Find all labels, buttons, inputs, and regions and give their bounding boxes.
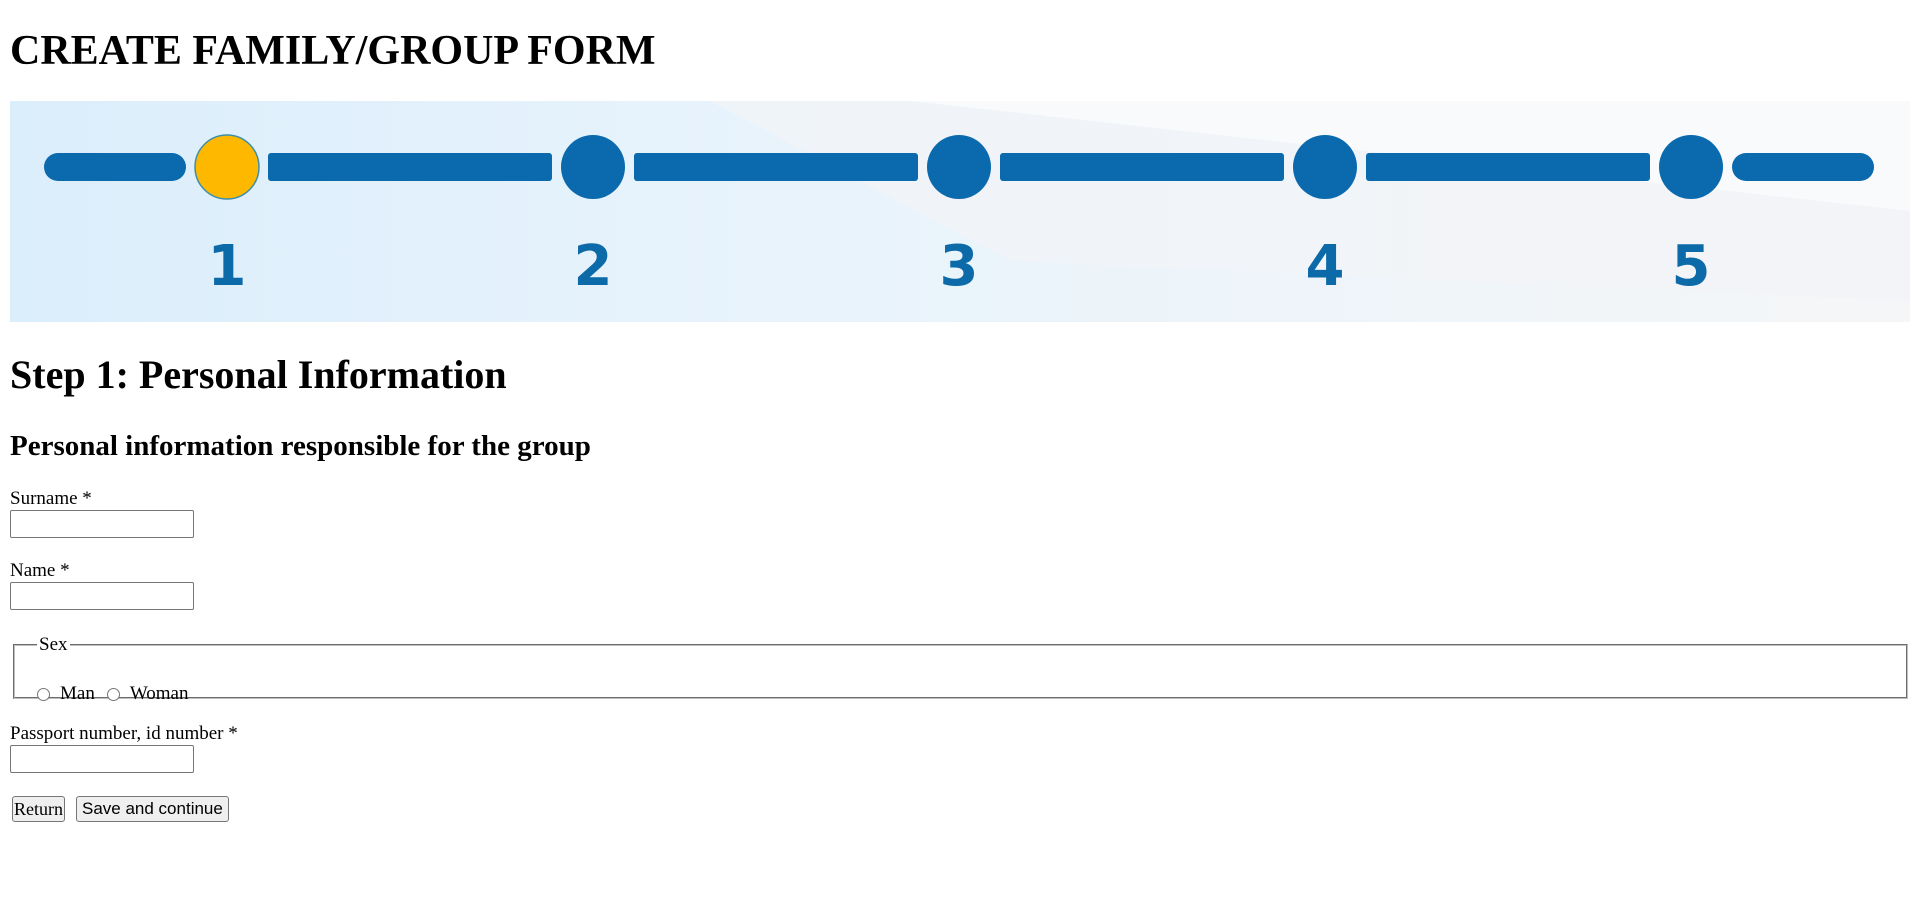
surname-input[interactable] [10, 510, 194, 538]
step-number-2: 2 [574, 234, 613, 299]
name-label: Name * [10, 560, 70, 581]
section-title: Personal information responsible for the… [10, 430, 591, 462]
stepper-track-segment [1732, 153, 1874, 181]
step-number-4: 4 [1306, 234, 1345, 299]
passport-input[interactable] [10, 745, 194, 773]
sex-option-man-label[interactable]: Man [60, 683, 95, 705]
stepper-track-segment [1366, 153, 1650, 181]
step-number-5: 5 [1672, 234, 1711, 299]
surname-label: Surname * [10, 488, 92, 509]
step-number-3: 3 [940, 234, 979, 299]
sex-radio-woman[interactable] [106, 687, 120, 701]
stepper-track-segment [268, 153, 552, 181]
step-number-1: 1 [208, 234, 247, 299]
sex-legend: Sex [39, 634, 68, 655]
stepper-track-segment [634, 153, 918, 181]
step-circle-2 [561, 135, 625, 199]
name-input[interactable] [10, 582, 194, 610]
step-circle-3 [927, 135, 991, 199]
sex-fieldset: Sex Man Woman [13, 634, 1908, 704]
stepper-track-segment [44, 153, 186, 181]
return-button[interactable]: Return [12, 796, 65, 822]
stepper-track-segment [1000, 153, 1284, 181]
sex-option-woman-label[interactable]: Woman [130, 683, 189, 705]
passport-label: Passport number, id number * [10, 723, 238, 744]
step-circle-5 [1659, 135, 1723, 199]
page-title: CREATE FAMILY/GROUP FORM [10, 28, 656, 74]
step-circle-4 [1293, 135, 1357, 199]
sex-options: Man Woman [37, 683, 200, 705]
stepper-graphic: 1 2 3 4 5 [10, 101, 1910, 322]
save-continue-button[interactable]: Save and continue [76, 796, 229, 822]
step-title: Step 1: Personal Information [10, 352, 507, 397]
step-circle-1 [194, 134, 260, 200]
sex-radio-man[interactable] [37, 687, 50, 701]
progress-stepper: 1 2 3 4 5 [10, 101, 1910, 322]
